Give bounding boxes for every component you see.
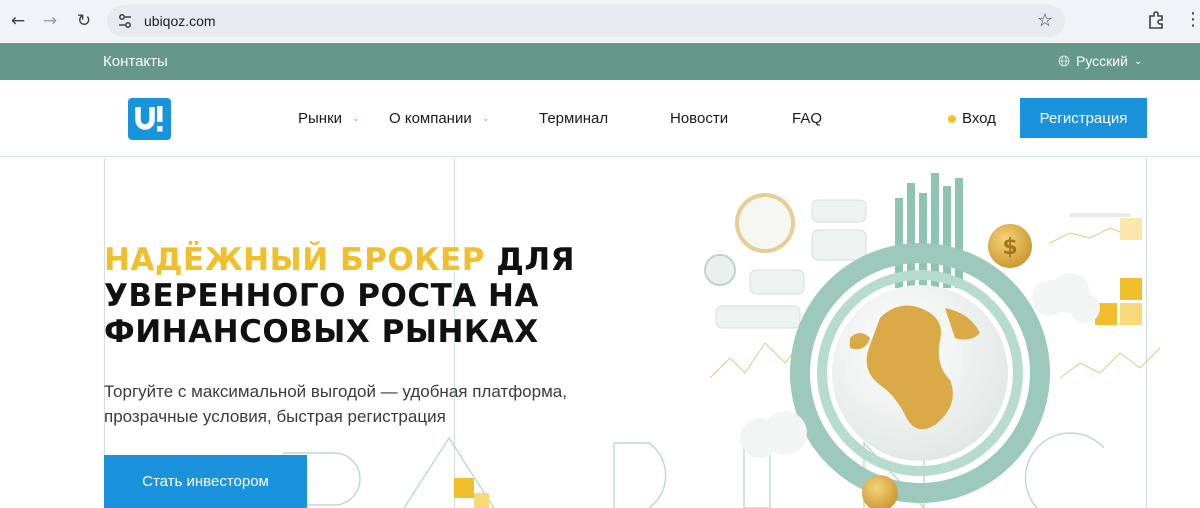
contacts-link[interactable]: Контакты: [103, 53, 168, 70]
hero-subtitle-line-1: Торгуйте с максимальной выгодой — удобна…: [104, 382, 567, 401]
nav-terminal-label: Терминал: [539, 110, 609, 127]
site-settings-icon[interactable]: [117, 13, 133, 29]
become-investor-button[interactable]: Стать инвестором: [104, 455, 307, 508]
hero-title-line-2: УВЕРЕННОГО РОСТА НА: [104, 278, 539, 314]
more-menu-icon[interactable]: ⋮: [1184, 9, 1200, 30]
nav-faq[interactable]: FAQ: [792, 110, 822, 127]
chevron-down-icon: ⌄: [1133, 55, 1143, 67]
reload-icon[interactable]: ↻: [72, 9, 96, 33]
hero-title: НАДЁЖНЫЙ БРОКЕР ДЛЯ УВЕРЕННОГО РОСТА НА …: [104, 242, 664, 350]
register-button[interactable]: Регистрация: [1020, 98, 1147, 138]
login-label: Вход: [962, 110, 996, 127]
status-dot-icon: [948, 114, 956, 123]
nav-about[interactable]: О компании ⌄: [389, 110, 489, 127]
url-text[interactable]: ubiqoz.com: [144, 13, 216, 29]
extensions-icon[interactable]: [1146, 10, 1166, 30]
logo-mark-icon: [135, 106, 163, 132]
nav-terminal[interactable]: Терминал: [539, 110, 608, 127]
nav-news[interactable]: Новости: [670, 110, 728, 127]
forward-icon[interactable]: →: [38, 9, 62, 33]
login-link[interactable]: Вход: [948, 110, 996, 127]
hero-subtitle-line-2: прозрачные условия, быстрая регистрация: [104, 407, 446, 426]
site-header: Рынки ⌄ О компании ⌄ Терминал Новости FA…: [0, 80, 1200, 157]
hero-subtitle: Торгуйте с максимальной выгодой — удобна…: [104, 379, 604, 429]
nav-about-label: О компании: [389, 110, 472, 127]
hero-section: $ НАДЁЖНЫЙ БРОКЕР ДЛЯ УВЕРЕННОГО РОСТА Н…: [0, 158, 1200, 508]
hero-title-rest: ДЛЯ: [484, 242, 575, 278]
back-icon[interactable]: ←: [6, 9, 30, 33]
chevron-down-icon: ⌄: [352, 113, 360, 124]
nav-markets-label: Рынки: [298, 110, 343, 127]
logo[interactable]: [128, 98, 171, 140]
nav-faq-label: FAQ: [792, 110, 823, 127]
chevron-down-icon: ⌄: [481, 113, 490, 124]
bookmark-star-icon[interactable]: ☆: [1037, 10, 1053, 31]
language-selector[interactable]: Русский ⌄: [1058, 53, 1142, 69]
globe-icon: [1058, 55, 1070, 67]
browser-toolbar: ← → ↻ ubiqoz.com ☆ ⋮: [0, 0, 1200, 42]
hero-title-line-3: ФИНАНСОВЫХ РЫНКАХ: [104, 314, 539, 350]
hero-title-accent: НАДЁЖНЫЙ БРОКЕР: [104, 242, 485, 278]
language-label: Русский: [1076, 53, 1128, 69]
nav-news-label: Новости: [670, 110, 729, 127]
top-bar: Контакты Русский ⌄: [0, 43, 1200, 80]
svg-text:$: $: [1002, 235, 1017, 260]
hero-globe-illustration: $: [704, 173, 1161, 508]
nav-markets[interactable]: Рынки ⌄: [298, 110, 360, 127]
address-bar[interactable]: ubiqoz.com ☆: [107, 5, 1065, 37]
